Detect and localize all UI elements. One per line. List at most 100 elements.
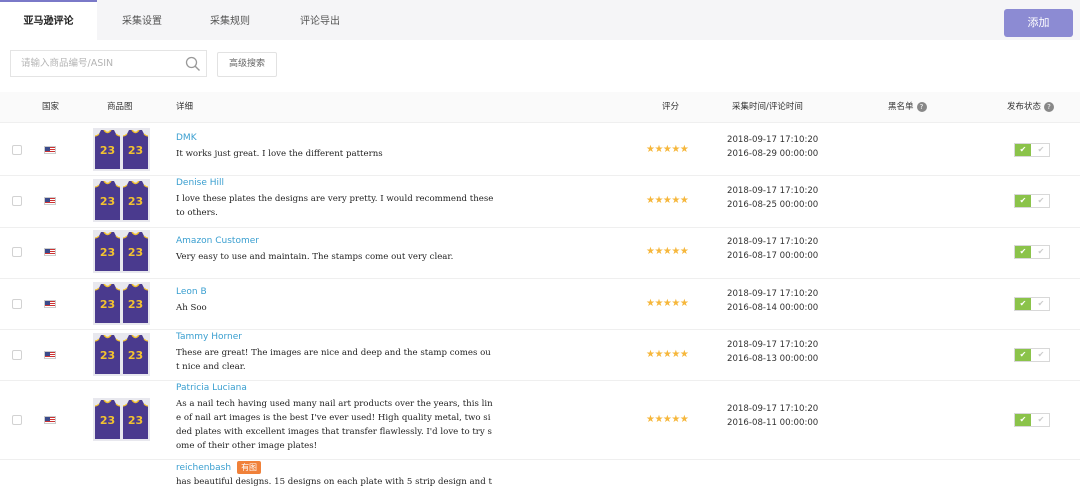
check-icon: ✔	[1037, 350, 1045, 359]
check-icon: ✔	[1037, 145, 1045, 154]
review-times: 2018-09-17 17:10:20 2016-08-14 00:00:00	[727, 287, 818, 315]
svg-text:23: 23	[100, 349, 115, 362]
review-author[interactable]: DMK	[176, 133, 197, 143]
review-author[interactable]: Leon B	[176, 287, 207, 297]
column-header-rating: 评分	[662, 102, 680, 112]
product-image[interactable]: 23 23	[93, 398, 150, 441]
check-icon: ✔	[1015, 246, 1031, 258]
review-author[interactable]: Tammy Horner	[176, 332, 242, 342]
row-checkbox[interactable]	[12, 196, 22, 206]
row-checkbox[interactable]	[12, 350, 22, 360]
review-author-name: reichenbash	[176, 463, 232, 473]
search-icon[interactable]	[185, 56, 201, 72]
review-author-name: Tammy Horner	[176, 332, 243, 342]
review-author-name: Amazon Customer	[176, 236, 259, 246]
jersey-image: 23	[122, 232, 149, 271]
check-icon: ✔	[1037, 247, 1045, 256]
column-header-publish: 发布状态?	[1007, 92, 1055, 123]
check-icon: ✔	[1015, 144, 1031, 156]
search-box	[10, 50, 207, 77]
column-header-publish-label: 发布状态	[1007, 102, 1042, 112]
column-header-time: 采集时间/评论时间	[732, 102, 803, 112]
review-author[interactable]: Patricia Luciana	[176, 383, 247, 393]
review-time: 2016-08-13 00:00:00	[727, 354, 819, 364]
review-author-name: DMK	[176, 133, 197, 143]
collected-time: 2018-09-17 17:10:20	[727, 186, 819, 196]
publish-toggle[interactable]: ✔ ✔	[1014, 348, 1050, 362]
publish-toggle[interactable]: ✔ ✔	[1014, 245, 1050, 259]
row-checkbox[interactable]	[12, 145, 22, 155]
tab-collect-rules[interactable]: 采集规则	[192, 2, 268, 42]
product-image[interactable]: 23 23	[93, 282, 150, 325]
tab-amazon-reviews[interactable]: 亚马逊评论	[0, 0, 97, 42]
has-image-badge: 有图	[237, 461, 262, 474]
svg-text:23: 23	[128, 349, 143, 362]
table-row: 23 23 Tammy Horner These are great! The i…	[0, 330, 1080, 381]
collected-time: 2018-09-17 17:10:20	[727, 289, 819, 299]
table-row: 23 23 Leon B Ah Soo ★★★★★ 2018-09-17 17:10:…	[0, 279, 1080, 330]
review-author[interactable]: Denise Hill	[176, 178, 224, 188]
review-author[interactable]: Amazon Customer	[176, 236, 259, 246]
svg-text:23: 23	[100, 414, 115, 427]
table-row: 23 23 Patricia Luciana As a nail tech hav…	[0, 381, 1080, 460]
product-image[interactable]: 23 23	[93, 333, 150, 376]
rating-stars: ★★★★★	[646, 349, 689, 360]
row-checkbox[interactable]	[12, 299, 22, 309]
check-icon: ✔	[1015, 298, 1031, 310]
jersey-image: 23	[94, 232, 121, 271]
tab-review-export[interactable]: 评论导出	[282, 2, 358, 42]
product-image[interactable]: 23 23	[93, 179, 150, 222]
us-flag-icon	[44, 300, 56, 308]
column-header-country: 国家	[42, 102, 60, 112]
column-header-blacklist-label: 黑名单	[888, 102, 914, 112]
publish-toggle[interactable]: ✔ ✔	[1014, 143, 1050, 157]
table-row: 23 23 Denise Hill I love these plates the…	[0, 176, 1080, 228]
review-text: I love these plates the designs are very…	[176, 194, 494, 218]
check-icon: ✔	[1015, 414, 1031, 426]
review-author-name: Denise Hill	[176, 178, 225, 188]
review-author[interactable]: reichenbash 有图	[176, 461, 262, 474]
rating-stars: ★★★★★	[646, 414, 689, 425]
jersey-image: 23	[94, 284, 121, 323]
product-image[interactable]: 23 23	[93, 128, 150, 171]
jersey-image: 23	[94, 400, 121, 439]
review-text: These are great! The images are nice and…	[176, 348, 491, 372]
us-flag-icon	[44, 146, 56, 154]
us-flag-icon	[44, 416, 56, 424]
jersey-image: 23	[122, 130, 149, 169]
product-image[interactable]: 23 23	[93, 230, 150, 273]
svg-text:23: 23	[128, 144, 143, 157]
rating-stars: ★★★★★	[646, 246, 689, 257]
review-time: 2016-08-11 00:00:00	[727, 418, 819, 428]
collected-time: 2018-09-17 17:10:20	[727, 340, 819, 350]
review-time: 2016-08-17 00:00:00	[727, 251, 819, 261]
svg-text:23: 23	[128, 414, 143, 427]
advanced-search-button[interactable]: 高级搜索	[217, 52, 277, 77]
help-icon[interactable]: ?	[1044, 101, 1055, 112]
row-checkbox[interactable]	[12, 415, 22, 425]
review-times: 2018-09-17 17:10:20 2016-08-13 00:00:00	[727, 338, 818, 366]
table-row: reichenbash 有图 has beautiful designs. 15 d…	[0, 460, 1080, 488]
help-icon[interactable]: ?	[916, 101, 927, 112]
add-button[interactable]: 添加	[1004, 9, 1073, 37]
review-author-name: Leon B	[176, 287, 207, 297]
publish-toggle[interactable]: ✔ ✔	[1014, 413, 1050, 427]
review-times: 2018-09-17 17:10:20 2016-08-17 00:00:00	[727, 235, 818, 263]
row-checkbox[interactable]	[12, 247, 22, 257]
search-input[interactable]	[11, 51, 179, 76]
check-icon: ✔	[1037, 196, 1045, 205]
table-row: 23 23 Amazon Customer Very easy to use an…	[0, 228, 1080, 279]
collected-time: 2018-09-17 17:10:20	[727, 404, 819, 414]
tab-collect-settings[interactable]: 采集设置	[104, 2, 180, 42]
publish-toggle[interactable]: ✔ ✔	[1014, 297, 1050, 311]
rating-stars: ★★★★★	[646, 144, 689, 155]
review-times: 2018-09-17 17:10:20 2016-08-25 00:00:00	[727, 184, 818, 212]
svg-text:23: 23	[100, 195, 115, 208]
rating-stars: ★★★★★	[646, 298, 689, 309]
publish-toggle[interactable]: ✔ ✔	[1014, 194, 1050, 208]
review-text: It works just great. I love the differen…	[176, 149, 383, 159]
rating-stars: ★★★★★	[646, 195, 689, 206]
top-tab-bar: 亚马逊评论 采集设置 采集规则 评论导出 添加	[0, 0, 1080, 42]
column-header-blacklist: 黑名单?	[888, 92, 927, 123]
jersey-image: 23	[94, 181, 121, 220]
